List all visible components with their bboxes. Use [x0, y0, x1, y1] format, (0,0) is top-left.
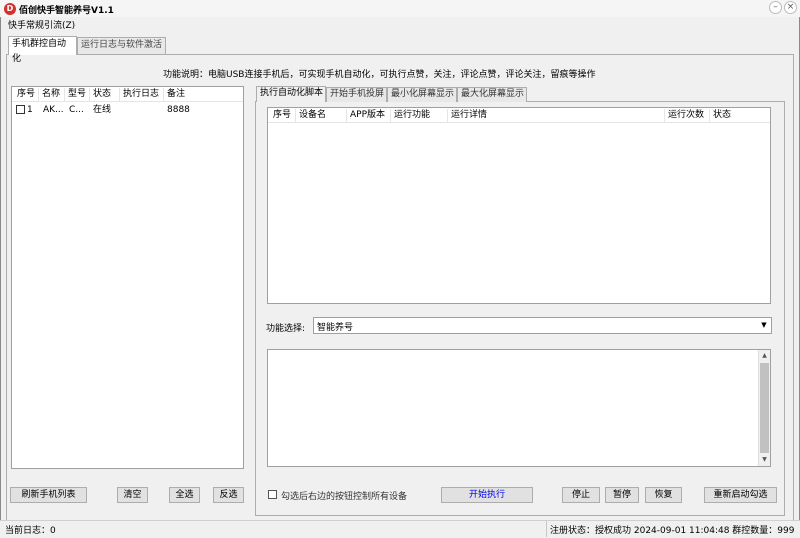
- column-header-name[interactable]: 名称: [39, 88, 65, 102]
- control-all-devices-checkbox[interactable]: [268, 490, 277, 499]
- device-list-header: 序号 名称 型号 状态 执行日志 备注: [12, 87, 243, 102]
- column-header-log[interactable]: 执行日志: [120, 88, 164, 102]
- chevron-down-icon[interactable]: ▼: [758, 319, 770, 332]
- column-header-index[interactable]: 序号: [14, 88, 39, 102]
- task-table-header: 序号 设备名 APP版本 运行功能 运行详情 运行次数 状态: [268, 108, 770, 123]
- pause-button[interactable]: 暂停: [605, 487, 639, 503]
- column-header-task-status[interactable]: 状态: [710, 109, 770, 123]
- title-bar: [0, 0, 800, 17]
- window-title: 佰创快手智能养号V1.1: [19, 6, 114, 16]
- tab-logs-activation[interactable]: 运行日志与软件激活: [77, 37, 166, 54]
- column-header-run-function[interactable]: 运行功能: [391, 109, 448, 123]
- scroll-thumb[interactable]: [760, 363, 769, 453]
- refresh-device-list-button[interactable]: 刷新手机列表: [10, 487, 87, 503]
- minimize-icon[interactable]: –: [769, 1, 782, 14]
- log-scrollbar[interactable]: ▲ ▼: [758, 350, 770, 466]
- function-select-dropdown[interactable]: 智能养号 ▼: [313, 317, 772, 334]
- status-registration: 注册状态：授权成功 2024-09-01 11:04:48 群控数量：999台: [550, 526, 795, 536]
- column-header-device-name[interactable]: 设备名: [296, 109, 347, 123]
- device-list[interactable]: 序号 名称 型号 状态 执行日志 备注 1 AK... C... 在线 8888: [11, 86, 244, 469]
- tab-run-script[interactable]: 执行自动化脚本: [256, 86, 326, 102]
- menu-bar: [0, 17, 800, 31]
- column-header-status[interactable]: 状态: [90, 88, 120, 102]
- invert-selection-button[interactable]: 反选: [213, 487, 244, 503]
- tab-phone-automation[interactable]: 手机群控自动化: [8, 36, 77, 64]
- row-checkbox[interactable]: [16, 105, 25, 114]
- status-divider: [546, 521, 547, 537]
- clear-button[interactable]: 清空: [117, 487, 148, 503]
- row-note: 8888: [167, 105, 190, 115]
- scroll-up-icon[interactable]: ▲: [759, 350, 770, 362]
- column-header-note[interactable]: 备注: [164, 88, 209, 102]
- status-current-log: 当前日志：0: [5, 526, 56, 536]
- row-model: C...: [69, 105, 84, 115]
- close-icon[interactable]: ×: [784, 1, 797, 14]
- log-textarea[interactable]: ▲ ▼: [267, 349, 771, 467]
- task-table[interactable]: 序号 设备名 APP版本 运行功能 运行详情 运行次数 状态: [267, 107, 771, 304]
- scroll-down-icon[interactable]: ▼: [759, 454, 770, 466]
- tab-maximize-display[interactable]: 最大化屏幕显示: [457, 87, 527, 102]
- row-name: AK...: [43, 105, 63, 115]
- row-index: 1: [27, 105, 33, 115]
- row-status: 在线: [93, 105, 112, 115]
- tab-minimize-display[interactable]: 最小化屏幕显示: [387, 87, 457, 102]
- column-header-task-index[interactable]: 序号: [270, 109, 296, 123]
- column-header-run-detail[interactable]: 运行详情: [448, 109, 665, 123]
- table-row[interactable]: 1 AK... C... 在线 8888: [12, 103, 243, 116]
- select-all-button[interactable]: 全选: [169, 487, 200, 503]
- tab-start-screen-cast[interactable]: 开始手机投屏: [326, 87, 387, 102]
- control-all-devices-label: 勾选后右边的按钮控制所有设备: [281, 492, 408, 502]
- column-header-model[interactable]: 型号: [65, 88, 90, 102]
- menu-item-kuaishou-traffic[interactable]: 快手常规引流(Z): [8, 18, 75, 31]
- column-header-run-count[interactable]: 运行次数: [665, 109, 710, 123]
- start-execute-button[interactable]: 开始执行: [441, 487, 533, 503]
- resume-button[interactable]: 恢复: [645, 487, 682, 503]
- stop-button[interactable]: 停止: [562, 487, 600, 503]
- function-description: 功能说明：电脑USB连接手机后，可实现手机自动化，可执行点赞，关注，评论点赞，评…: [163, 70, 596, 80]
- app-logo-icon: D: [4, 3, 16, 15]
- function-select-value: 智能养号: [317, 323, 354, 333]
- restart-checked-button[interactable]: 重新启动勾选: [704, 487, 777, 503]
- function-select-label: 功能选择:: [266, 324, 306, 334]
- column-header-app-version[interactable]: APP版本: [347, 109, 391, 123]
